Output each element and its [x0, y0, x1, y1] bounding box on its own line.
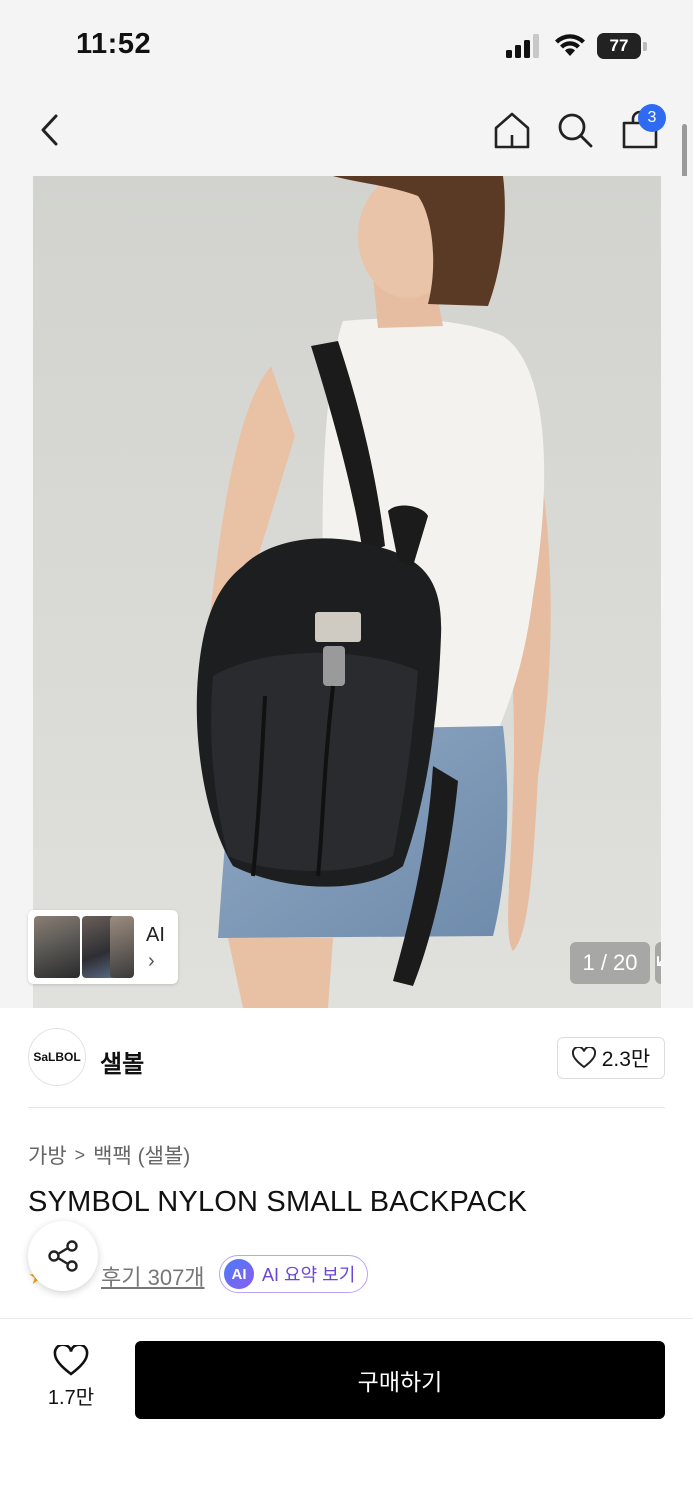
breadcrumb-separator: >	[74, 1144, 86, 1165]
home-button[interactable]	[488, 106, 536, 154]
cellular-signal-icon	[506, 34, 539, 58]
heart-icon	[571, 1047, 596, 1069]
back-button[interactable]	[26, 106, 74, 154]
chevron-right-icon: ›	[148, 950, 155, 972]
status-time: 11:52	[76, 28, 152, 60]
breadcrumb: 가방 > 백팩 (샐볼)	[28, 1140, 190, 1170]
share-icon	[48, 1240, 78, 1272]
status-bar: 11:52 77	[0, 0, 693, 92]
cart-button[interactable]: 3	[616, 104, 666, 154]
breadcrumb-item-bag[interactable]: 가방	[28, 1140, 67, 1170]
cart-count-badge: 3	[638, 104, 666, 132]
ai-summary-label: AI 요약 보기	[262, 1265, 356, 1285]
thumbnail-image-3	[110, 916, 134, 978]
product-image-gallery[interactable]: 1 / 20 AI ›	[0, 176, 693, 1008]
product-title: SYMBOL NYLON SMALL BACKPACK	[28, 1186, 528, 1218]
battery-level: 77	[597, 33, 641, 59]
ai-label: AI	[146, 924, 165, 946]
brand-row: SaLBOL 샐볼 2.3만	[0, 1008, 693, 1108]
expand-image-button[interactable]	[655, 942, 661, 984]
heart-icon	[53, 1345, 89, 1376]
product-photo-illustration	[33, 176, 661, 1008]
reviews-link[interactable]: 후기 307개	[101, 1260, 205, 1292]
ai-styling-thumbnail-card[interactable]: AI ›	[28, 910, 178, 984]
wishlist-count: 1.7만	[47, 1387, 95, 1409]
share-button[interactable]	[28, 1221, 98, 1291]
battery-icon: 77	[597, 33, 647, 59]
ai-summary-button[interactable]: AI AI 요약 보기	[219, 1255, 369, 1293]
wifi-icon	[555, 34, 585, 56]
search-button[interactable]	[551, 106, 599, 154]
product-photo[interactable]: 1 / 20	[33, 176, 661, 1008]
brand-like-button[interactable]: 2.3만	[557, 1037, 665, 1079]
expand-icon	[657, 956, 661, 966]
top-nav-bar: 3	[0, 92, 693, 176]
breadcrumb-item-backpack[interactable]: 백팩 (샐볼)	[93, 1140, 190, 1170]
bottom-action-bar: 1.7만 구매하기	[0, 1318, 693, 1500]
buy-button[interactable]: 구매하기	[135, 1341, 665, 1419]
wishlist-button[interactable]: 1.7만	[30, 1345, 112, 1415]
thumbnail-image-1	[34, 916, 80, 978]
brand-name[interactable]: 샐볼	[100, 1044, 144, 1079]
brand-like-count: 2.3만	[601, 1048, 651, 1071]
image-counter: 1 / 20	[570, 942, 650, 984]
brand-logo[interactable]: SaLBOL	[28, 1028, 86, 1086]
home-icon	[494, 112, 530, 149]
ai-badge-icon: AI	[224, 1259, 254, 1289]
search-icon	[558, 113, 593, 148]
divider	[28, 1107, 665, 1108]
chevron-left-icon	[41, 114, 58, 146]
